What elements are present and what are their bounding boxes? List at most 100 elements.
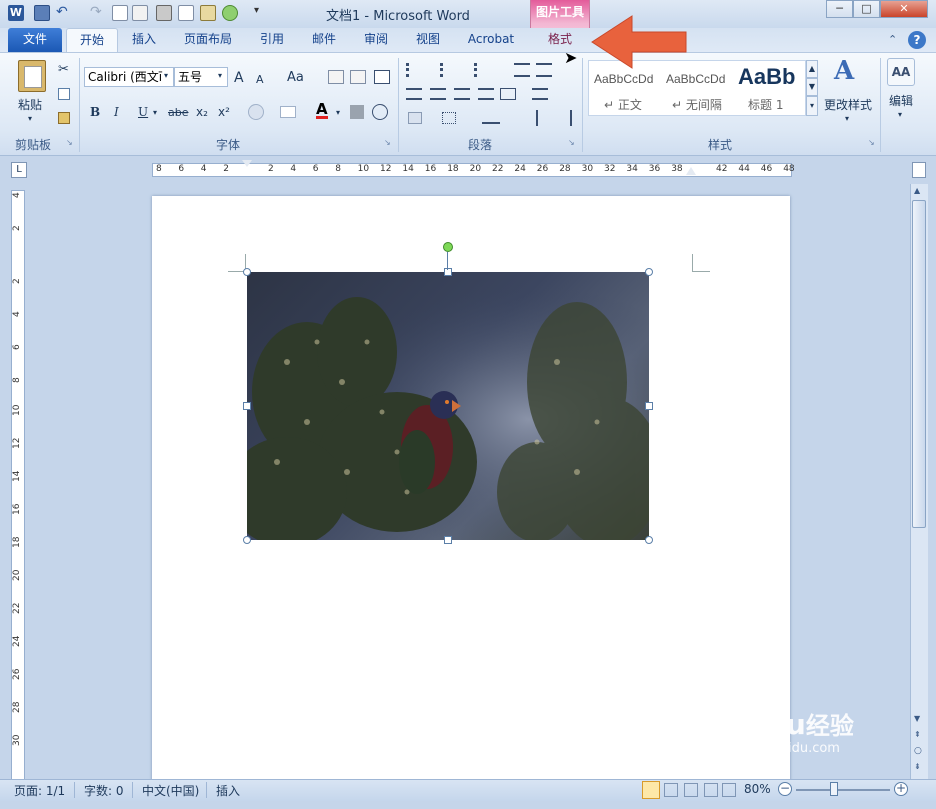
show-hide-marks-icon[interactable]: [560, 110, 572, 126]
resize-handle-n[interactable]: [444, 268, 452, 276]
format-painter-icon[interactable]: [58, 112, 70, 124]
indent-marker[interactable]: [242, 160, 252, 180]
underline-button[interactable]: U: [138, 105, 148, 119]
copy-icon[interactable]: [58, 88, 70, 100]
rotation-handle[interactable]: [443, 242, 453, 252]
multilevel-list-icon[interactable]: [474, 63, 490, 77]
browse-object-icon[interactable]: ○: [914, 746, 922, 756]
sort-icon[interactable]: [522, 110, 538, 126]
grow-font-button[interactable]: A: [234, 70, 244, 86]
scroll-down-icon[interactable]: ▼: [914, 714, 920, 723]
style-scroll-down-icon[interactable]: ▼: [806, 78, 818, 96]
clear-formatting-icon[interactable]: [328, 70, 344, 84]
print-layout-view-icon[interactable]: [642, 781, 660, 799]
bold-button[interactable]: B: [90, 105, 100, 119]
tab-selector-icon[interactable]: L: [11, 162, 27, 178]
align-center-icon[interactable]: [430, 88, 446, 100]
spelling-icon[interactable]: [200, 5, 216, 21]
shading-icon[interactable]: [408, 112, 422, 124]
tab-mailings[interactable]: 邮件: [302, 28, 346, 52]
style-item-heading-1[interactable]: AaBb 标题 1: [734, 62, 802, 114]
zoom-slider-thumb[interactable]: [829, 782, 838, 796]
shrink-font-button[interactable]: A: [256, 73, 264, 86]
scroll-thumb[interactable]: [912, 200, 926, 528]
maximize-button[interactable]: □: [853, 0, 880, 18]
editing-dropdown-icon[interactable]: ▾: [898, 110, 902, 119]
underline-dropdown-icon[interactable]: ▾: [153, 108, 157, 117]
previous-page-icon[interactable]: ⇞: [914, 730, 921, 739]
paragraph-launcher-icon[interactable]: ↘: [568, 138, 575, 147]
tab-view[interactable]: 视图: [406, 28, 450, 52]
tab-insert[interactable]: 插入: [122, 28, 166, 52]
tab-file[interactable]: 文件: [8, 28, 62, 52]
scroll-up-icon[interactable]: ▲: [914, 186, 920, 195]
font-color-button[interactable]: A: [316, 102, 328, 119]
resize-handle-w[interactable]: [243, 402, 251, 410]
tab-home[interactable]: 开始: [66, 28, 118, 52]
save-icon[interactable]: [34, 5, 50, 21]
font-size-dropdown-icon[interactable]: ▾: [218, 71, 222, 80]
tab-references[interactable]: 引用: [250, 28, 294, 52]
chinese-layout-icon[interactable]: [482, 110, 500, 124]
font-color-dropdown-icon[interactable]: ▾: [336, 108, 340, 117]
minimize-button[interactable]: ─: [826, 0, 853, 18]
change-styles-icon[interactable]: A: [834, 56, 854, 86]
clipboard-launcher-icon[interactable]: ↘: [66, 138, 73, 147]
help-icon[interactable]: ?: [908, 31, 926, 49]
tab-acrobat[interactable]: Acrobat: [460, 28, 522, 52]
text-effects-icon[interactable]: [248, 104, 264, 120]
font-name-dropdown-icon[interactable]: ▾: [164, 71, 168, 80]
zoom-out-icon[interactable]: −: [778, 782, 792, 796]
bullets-icon[interactable]: [406, 63, 422, 77]
increase-indent-icon[interactable]: [536, 63, 552, 77]
new-document-icon[interactable]: [112, 5, 128, 21]
borders-icon[interactable]: [442, 112, 456, 124]
zoom-level[interactable]: 80%: [744, 782, 771, 796]
align-right-icon[interactable]: [454, 88, 470, 100]
align-left-icon[interactable]: [406, 88, 422, 100]
undo-icon[interactable]: ↶: [56, 5, 72, 21]
line-spacing-icon[interactable]: [532, 88, 548, 100]
tab-review[interactable]: 审阅: [354, 28, 398, 52]
editing-button[interactable]: 编辑: [889, 92, 913, 109]
resize-handle-sw[interactable]: [243, 536, 251, 544]
word-app-icon[interactable]: W: [8, 5, 24, 21]
resize-handle-ne[interactable]: [645, 268, 653, 276]
superscript-button[interactable]: x²: [218, 105, 230, 119]
word-count[interactable]: 字数: 0: [84, 782, 124, 799]
zoom-slider-track[interactable]: [796, 789, 890, 791]
highlight-icon[interactable]: [280, 106, 296, 118]
insert-mode[interactable]: 插入: [216, 782, 240, 799]
print-preview-icon[interactable]: [178, 5, 194, 21]
change-styles-dropdown-icon[interactable]: ▾: [845, 114, 849, 123]
resize-handle-se[interactable]: [645, 536, 653, 544]
change-case-button[interactable]: Aa: [287, 70, 304, 85]
strikethrough-button[interactable]: abe: [168, 106, 189, 119]
character-border-icon[interactable]: [374, 70, 390, 84]
redo-icon[interactable]: ↷: [90, 5, 106, 21]
resize-handle-e[interactable]: [645, 402, 653, 410]
italic-button[interactable]: I: [114, 105, 119, 119]
right-indent-marker[interactable]: [686, 167, 696, 175]
paste-button[interactable]: 粘贴: [18, 96, 42, 113]
cut-icon[interactable]: ✂: [58, 62, 69, 77]
numbering-icon[interactable]: [440, 63, 456, 77]
outline-view-icon[interactable]: [704, 783, 718, 797]
character-shading-icon[interactable]: [350, 105, 364, 119]
tab-page-layout[interactable]: 页面布局: [176, 28, 240, 52]
circle-icon[interactable]: [222, 5, 238, 21]
print-icon[interactable]: [156, 5, 172, 21]
ruler-toggle-icon[interactable]: [912, 162, 926, 178]
phonetic-guide-icon[interactable]: [350, 70, 366, 84]
resize-handle-s[interactable]: [444, 536, 452, 544]
resize-handle-nw[interactable]: [243, 268, 251, 276]
justify-icon[interactable]: [478, 88, 494, 100]
change-styles-button[interactable]: 更改样式: [824, 96, 872, 113]
paste-dropdown-icon[interactable]: ▾: [28, 114, 32, 123]
edit-icon[interactable]: [132, 5, 148, 21]
next-page-icon[interactable]: ⇟: [914, 762, 921, 771]
language-indicator[interactable]: 中文(中国): [142, 782, 199, 799]
style-more-icon[interactable]: ▾: [806, 96, 818, 116]
decrease-indent-icon[interactable]: [514, 63, 530, 77]
page-count[interactable]: 页面: 1/1: [14, 782, 65, 799]
